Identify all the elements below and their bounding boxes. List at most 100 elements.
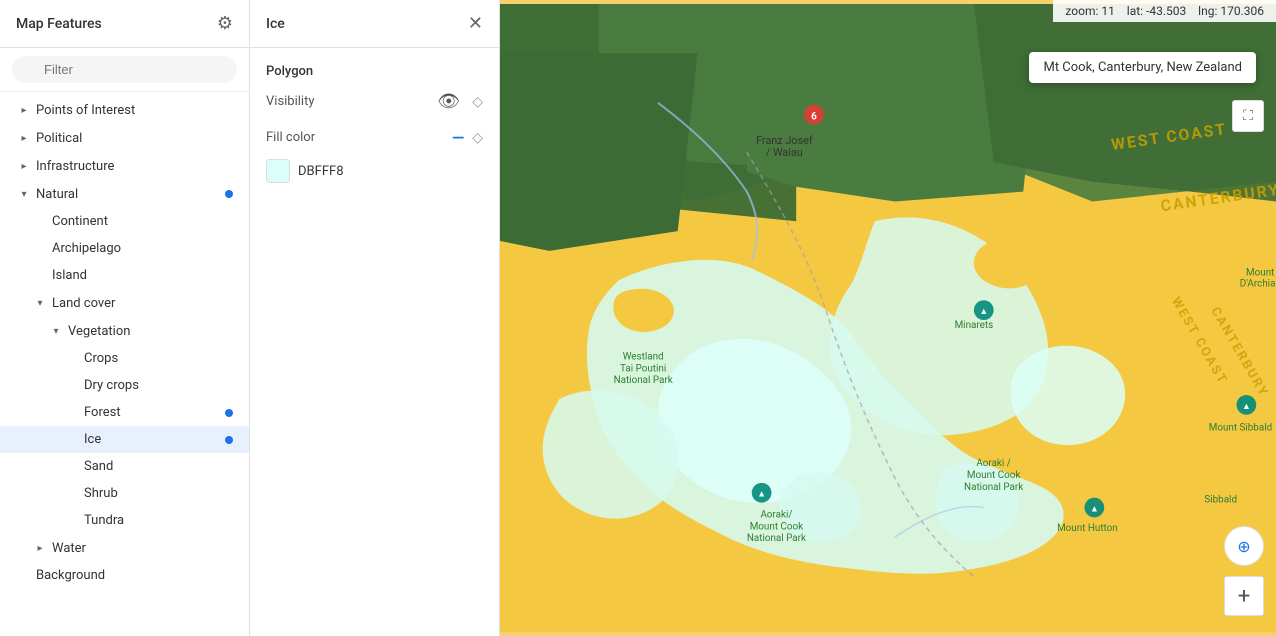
svg-text:▲: ▲	[1090, 505, 1099, 515]
svg-text:D'Archiac: D'Archiac	[1240, 278, 1276, 289]
visibility-row: Visibility 👁 ◇	[266, 91, 483, 112]
chevron-right-icon: ▸	[32, 540, 48, 556]
map-svg: 6 ▲ ▲ ▲ ▲ ▲ WEST COAST CANTERBURY WEST C…	[500, 0, 1276, 636]
zoom-value: 11	[1101, 4, 1115, 18]
svg-text:▲: ▲	[979, 307, 988, 317]
svg-text:Minarets: Minarets	[955, 320, 994, 331]
sidebar-item-label-vegetation: Vegetation	[68, 324, 233, 339]
zoom-in-button[interactable]: +	[1224, 576, 1264, 616]
sidebar-item-label-ice: Ice	[84, 432, 225, 447]
sidebar-item-infrastructure[interactable]: ▸ Infrastructure	[0, 152, 249, 180]
sidebar-item-label-archipelago: Archipelago	[52, 241, 233, 256]
color-swatch[interactable]	[266, 159, 290, 183]
svg-text:Aoraki/: Aoraki/	[760, 509, 792, 520]
chevron-down-icon: ▾	[16, 186, 32, 202]
svg-text:/ Walau: / Walau	[766, 146, 803, 159]
detail-header: Ice ✕	[250, 0, 499, 48]
sidebar-item-political[interactable]: ▸ Political	[0, 124, 249, 152]
chevron-down-icon: ▾	[32, 295, 48, 311]
location-name: Mt Cook, Canterbury, New Zealand	[1043, 60, 1242, 75]
fill-color-label: Fill color	[266, 130, 315, 145]
sidebar-item-label-shrub: Shrub	[84, 486, 233, 501]
sidebar-item-dry-crops[interactable]: Dry crops	[0, 372, 249, 399]
sidebar-item-land-cover[interactable]: ▾ Land cover	[0, 289, 249, 317]
svg-text:National Park: National Park	[614, 375, 673, 386]
visibility-icon[interactable]: 👁	[437, 91, 460, 112]
map-header: zoom: 11 lat: -43.503 lng: 170.306	[1053, 0, 1276, 22]
fill-color-diamond-icon[interactable]: ◇	[472, 130, 483, 146]
sidebar-item-label-island: Island	[52, 268, 233, 283]
sidebar-item-points-of-interest[interactable]: ▸ Points of Interest	[0, 96, 249, 124]
sidebar-title: Map Features	[16, 16, 102, 32]
chevron-right-icon: ▸	[16, 158, 32, 174]
sidebar-item-label-forest: Forest	[84, 405, 225, 420]
svg-text:Mount Sibbald: Mount Sibbald	[1209, 423, 1272, 434]
fill-color-row: Fill color — ◇	[266, 128, 483, 147]
sidebar-item-archipelago[interactable]: Archipelago	[0, 235, 249, 262]
svg-text:National Park: National Park	[747, 533, 806, 544]
sidebar-item-label-infrastructure: Infrastructure	[36, 159, 233, 174]
sidebar-header: Map Features ⚙	[0, 0, 249, 48]
svg-text:Aoraki /: Aoraki /	[976, 458, 1010, 469]
svg-text:Sibbald: Sibbald	[1204, 495, 1237, 506]
sidebar-item-background[interactable]: Background	[0, 562, 249, 589]
sidebar-item-label-background: Background	[36, 568, 233, 583]
chevron-right-icon: ▸	[16, 130, 32, 146]
sidebar-item-water[interactable]: ▸ Water	[0, 534, 249, 562]
map-container[interactable]: zoom: 11 lat: -43.503 lng: 170.306 Mt Co…	[500, 0, 1276, 636]
filter-input[interactable]	[12, 56, 237, 83]
sidebar-item-label-points-of-interest: Points of Interest	[36, 103, 233, 118]
detail-panel: Ice ✕ Polygon Visibility 👁 ◇ Fill color …	[250, 0, 500, 636]
chevron-right-icon: ▸	[16, 102, 32, 118]
fill-color-minus-icon[interactable]: —	[452, 128, 464, 147]
sidebar-item-crops[interactable]: Crops	[0, 345, 249, 372]
svg-text:Mount Cook: Mount Cook	[967, 470, 1020, 481]
fullscreen-button[interactable]: ⛶	[1232, 100, 1264, 132]
sidebar-item-label-continent: Continent	[52, 214, 233, 229]
lng-label: lng:	[1198, 4, 1217, 18]
sidebar-item-label-land-cover: Land cover	[52, 296, 233, 311]
lng-value: 170.306	[1220, 4, 1264, 18]
svg-text:Mount: Mount	[1246, 268, 1274, 279]
sidebar-item-shrub[interactable]: Shrub	[0, 480, 249, 507]
sidebar-item-label-water: Water	[52, 541, 233, 556]
svg-text:Mount Hutton: Mount Hutton	[1057, 523, 1118, 534]
sidebar-item-natural[interactable]: ▾Natural	[0, 180, 249, 208]
settings-icon[interactable]: ⚙	[217, 13, 233, 34]
svg-text:Mount Cook: Mount Cook	[750, 521, 803, 532]
lat-label: lat:	[1127, 4, 1143, 18]
detail-title: Ice	[266, 16, 285, 32]
close-icon[interactable]: ✕	[468, 15, 483, 33]
visibility-label: Visibility	[266, 94, 315, 109]
detail-content: Polygon Visibility 👁 ◇ Fill color — ◇ DB…	[250, 48, 499, 199]
filter-container: ☰	[0, 48, 249, 92]
filter-wrapper: ☰	[12, 56, 237, 83]
svg-text:▲: ▲	[757, 490, 766, 500]
location-button[interactable]: ⊕	[1224, 526, 1264, 566]
sidebar-item-continent[interactable]: Continent	[0, 208, 249, 235]
sidebar-item-island[interactable]: Island	[0, 262, 249, 289]
svg-text:National Park: National Park	[964, 482, 1023, 493]
sidebar-item-label-crops: Crops	[84, 351, 233, 366]
sidebar-item-ice[interactable]: Ice	[0, 426, 249, 453]
svg-text:Tai Poutini: Tai Poutini	[620, 363, 666, 374]
sidebar-item-label-sand: Sand	[84, 459, 233, 474]
polygon-section-title: Polygon	[266, 64, 483, 79]
location-tooltip: Mt Cook, Canterbury, New Zealand	[1029, 52, 1256, 83]
sidebar-item-label-dry-crops: Dry crops	[84, 378, 233, 393]
sidebar: Map Features ⚙ ☰ ▸ Points of Interest ▸ Pol…	[0, 0, 250, 636]
sidebar-item-forest[interactable]: Forest	[0, 399, 249, 426]
nav-tree: ▸ Points of Interest ▸ Political ▸ Infrastruc…	[0, 92, 249, 593]
sidebar-item-tundra[interactable]: Tundra	[0, 507, 249, 534]
sidebar-item-label-tundra: Tundra	[84, 513, 233, 528]
sidebar-item-sand[interactable]: Sand	[0, 453, 249, 480]
color-swatch-row: DBFFF8	[266, 159, 483, 183]
sidebar-item-label-political: Political	[36, 131, 233, 146]
sidebar-item-vegetation[interactable]: ▾ Vegetation	[0, 317, 249, 345]
active-dot	[225, 409, 233, 417]
visibility-diamond-icon[interactable]: ◇	[472, 94, 483, 110]
active-dot	[225, 190, 233, 198]
chevron-down-icon: ▾	[48, 323, 64, 339]
color-hex-value: DBFFF8	[298, 164, 344, 179]
svg-text:6: 6	[811, 112, 817, 123]
